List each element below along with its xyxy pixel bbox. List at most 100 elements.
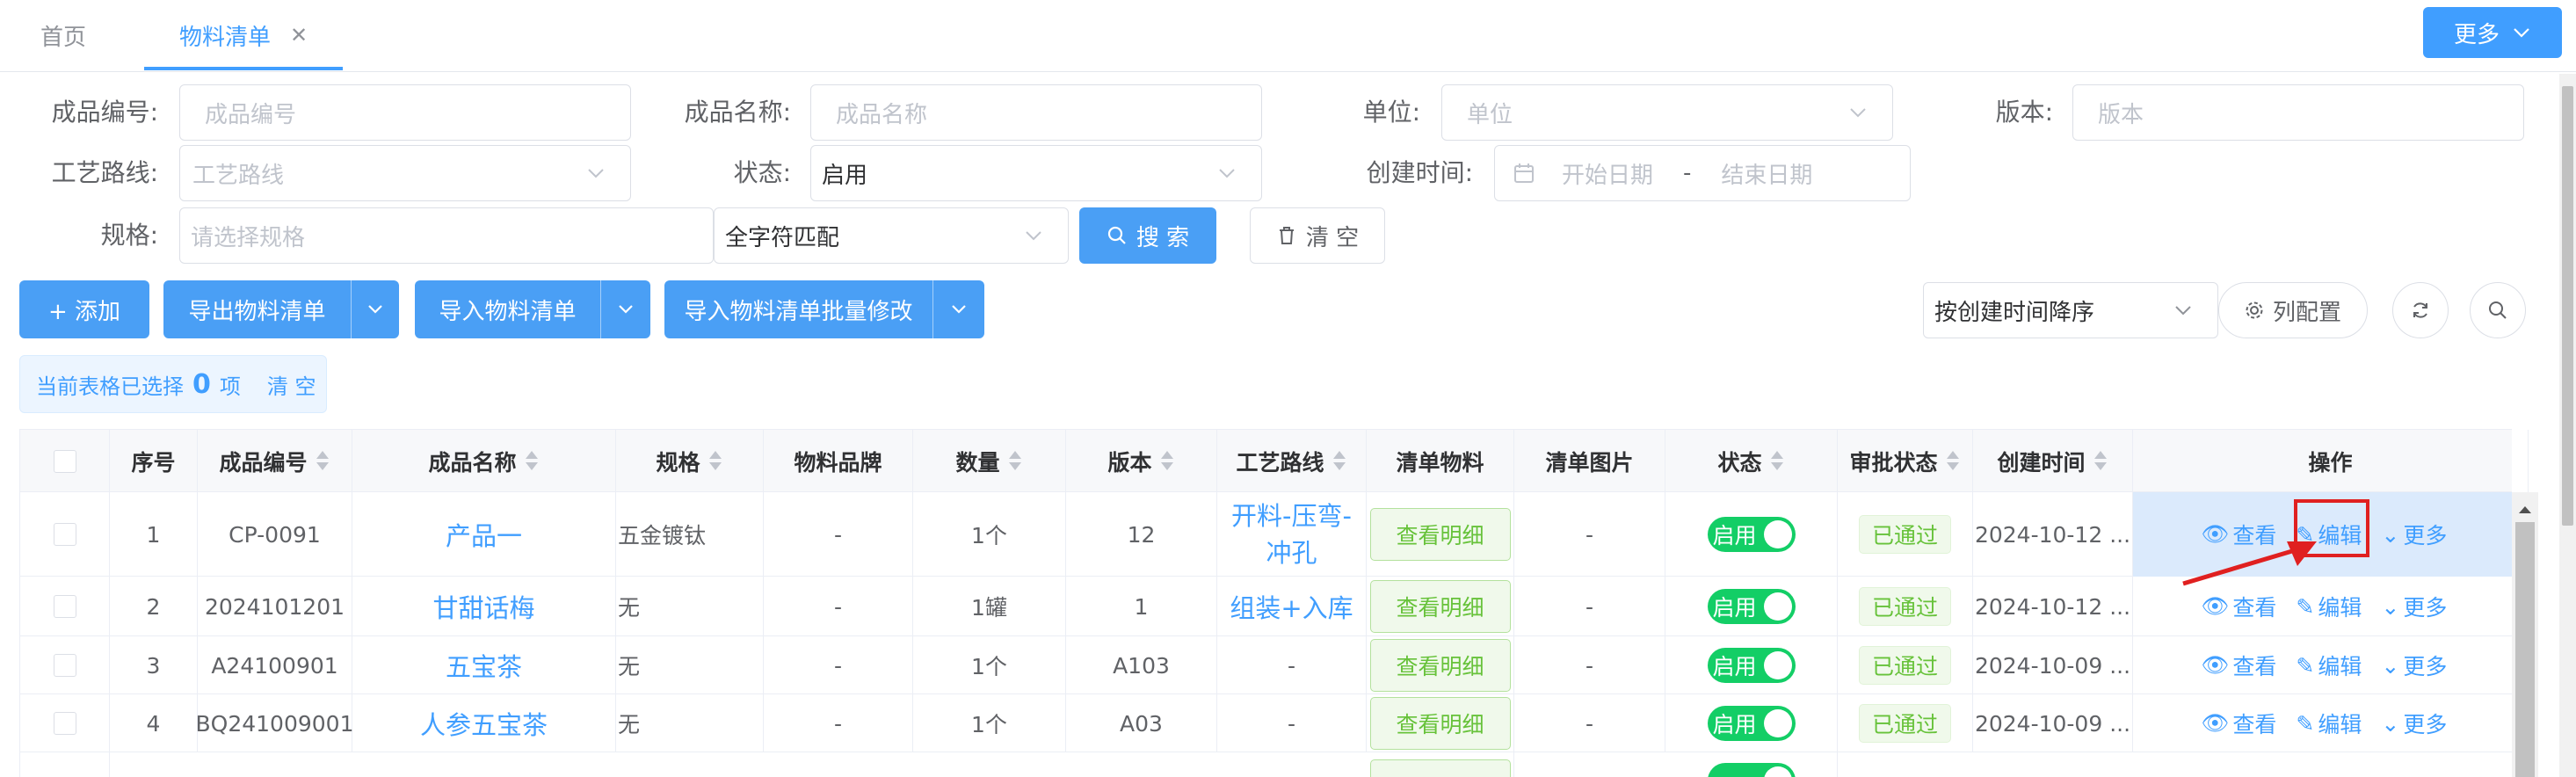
cell-qty: 1个 — [913, 492, 1066, 577]
table-row-partial[interactable] — [19, 752, 2512, 777]
unit-select[interactable]: 单位 — [1441, 84, 1893, 141]
scrollbar-thumb[interactable] — [2515, 522, 2535, 777]
cell-spec: 无 — [616, 694, 764, 752]
chevron-down-icon: ⌄ — [2381, 652, 2400, 679]
sort-icon[interactable] — [315, 450, 330, 473]
status-select[interactable]: 启用 — [810, 145, 1262, 201]
add-button[interactable]: + 添加 — [19, 280, 149, 338]
route-link[interactable]: 开料-压弯-冲孔 — [1221, 497, 1362, 571]
import-split-button: 导入物料清单 — [415, 280, 650, 338]
table-scrollbar[interactable] — [2512, 492, 2538, 777]
view-detail-button[interactable]: 查看明细 — [1369, 639, 1511, 692]
version-input[interactable]: 版本 — [2072, 84, 2524, 141]
edit-action[interactable]: ✎ 编辑 — [2296, 708, 2362, 739]
col-qty[interactable]: 数量 — [913, 430, 1066, 493]
more-action[interactable]: ⌄ 更多 — [2381, 708, 2447, 739]
sort-icon[interactable] — [707, 450, 723, 473]
cell-created: 2024-10-09 ... — [1973, 694, 2133, 752]
status-toggle-partial[interactable] — [1707, 763, 1796, 777]
search-button-label: 搜 索 — [1136, 224, 1190, 251]
view-detail-button[interactable]: 查看明细 — [1369, 508, 1511, 561]
sort-icon[interactable] — [1769, 450, 1785, 473]
sort-icon[interactable] — [1159, 450, 1175, 473]
table-row[interactable]: 4 BQ241009001 人参五宝茶 无 - 1个 A03 - 查看明细 - … — [19, 694, 2529, 752]
row-checkbox[interactable] — [53, 595, 76, 618]
date-range-picker[interactable]: 开始日期 - 结束日期 — [1494, 145, 1911, 201]
toggle-search-button[interactable] — [2470, 282, 2526, 338]
start-date-placeholder[interactable]: 开始日期 — [1562, 157, 1653, 190]
import-batch-button-label: 导入物料清单批量修改 — [684, 298, 913, 325]
match-mode-select[interactable]: 全字符匹配 — [714, 207, 1069, 264]
sort-icon[interactable] — [2093, 450, 2108, 473]
page-scrollbar-thumb[interactable] — [2562, 86, 2573, 526]
sort-icon[interactable] — [524, 450, 540, 473]
spec-select[interactable]: 请选择规格 — [179, 207, 714, 264]
col-approval[interactable]: 审批状态 — [1838, 430, 1973, 493]
col-version[interactable]: 版本 — [1066, 430, 1217, 493]
col-name[interactable]: 成品名称 — [352, 430, 616, 493]
close-icon[interactable]: ✕ — [290, 23, 308, 47]
product-name-link[interactable]: 产品一 — [446, 516, 522, 553]
row-checkbox[interactable] — [53, 523, 76, 546]
view-action[interactable]: 👁 查看 — [2202, 708, 2277, 739]
status-toggle[interactable]: 启用 — [1707, 706, 1796, 741]
clear-button[interactable]: 清 空 — [1250, 207, 1385, 264]
table-row[interactable]: 2 2024101201 甘甜话梅 无 - 1罐 1 组装+入库 查看明细 - … — [19, 577, 2529, 636]
sort-icon[interactable] — [1007, 450, 1023, 473]
row-checkbox[interactable] — [53, 654, 76, 677]
tab-bom[interactable]: 物料清单 ✕ — [179, 0, 308, 70]
import-dropdown-button[interactable] — [601, 280, 650, 338]
import-batch-button[interactable]: 导入物料清单批量修改 — [664, 280, 933, 338]
tab-home[interactable]: 首页 — [40, 0, 86, 70]
table-row[interactable]: 1 CP-0091 产品一 五金镀钛 - 1个 12 开料-压弯-冲孔 查看明细… — [19, 492, 2529, 577]
more-button[interactable]: 更多 — [2423, 7, 2562, 58]
product-name-link[interactable]: 甘甜话梅 — [432, 588, 534, 625]
export-dropdown-button[interactable] — [352, 280, 399, 338]
edit-action[interactable]: ✎ 编辑 — [2296, 650, 2362, 681]
table-row[interactable]: 3 A24100901 五宝茶 无 - 1个 A103 - 查看明细 - 启用 … — [19, 636, 2529, 694]
route-select[interactable]: 工艺路线 — [179, 145, 631, 201]
select-all-cell — [20, 430, 110, 493]
view-action[interactable]: 👁 查看 — [2202, 650, 2277, 681]
scroll-up-arrow-icon[interactable] — [2512, 496, 2538, 522]
more-action[interactable]: ⌄ 更多 — [2381, 650, 2447, 681]
sort-icon[interactable] — [1945, 450, 1961, 473]
cell-created: 2024-10-09 ... — [1973, 636, 2133, 694]
select-all-checkbox[interactable] — [53, 450, 76, 473]
view-detail-button[interactable]: 查看明细 — [1369, 580, 1511, 633]
view-detail-button-partial[interactable] — [1369, 759, 1511, 777]
clear-button-label: 清 空 — [1305, 224, 1360, 251]
row-checkbox[interactable] — [53, 712, 76, 735]
status-toggle[interactable]: 启用 — [1707, 648, 1796, 683]
view-detail-button[interactable]: 查看明细 — [1369, 697, 1511, 750]
col-spec[interactable]: 规格 — [616, 430, 764, 493]
col-route[interactable]: 工艺路线 — [1217, 430, 1367, 493]
selection-clear-link[interactable]: 清 空 — [267, 369, 316, 400]
sort-select[interactable]: 按创建时间降序 — [1923, 282, 2218, 338]
import-batch-dropdown-button[interactable] — [933, 280, 984, 338]
product-name-link[interactable]: 五宝茶 — [446, 647, 522, 684]
column-config-button[interactable]: 列配置 — [2218, 282, 2368, 338]
route-link[interactable]: 组装+入库 — [1230, 588, 1353, 625]
product-name-link[interactable]: 人参五宝茶 — [420, 705, 548, 742]
more-action[interactable]: ⌄ 更多 — [2381, 519, 2447, 550]
export-button[interactable]: 导出物料清单 — [163, 280, 352, 338]
col-code[interactable]: 成品编号 — [198, 430, 352, 493]
end-date-placeholder[interactable]: 结束日期 — [1721, 157, 1812, 190]
status-toggle[interactable]: 启用 — [1707, 517, 1796, 552]
product-code-input[interactable]: 成品编号 — [179, 84, 631, 141]
calendar-icon — [1514, 163, 1534, 183]
cell-image: - — [1514, 577, 1665, 636]
more-action[interactable]: ⌄ 更多 — [2381, 591, 2447, 622]
product-name-input[interactable]: 成品名称 — [810, 84, 1262, 141]
col-status[interactable]: 状态 — [1665, 430, 1838, 493]
sort-icon[interactable] — [1332, 450, 1347, 473]
cell-image: - — [1514, 636, 1665, 694]
page-scrollbar[interactable] — [2559, 74, 2576, 777]
search-button[interactable]: 搜 索 — [1079, 207, 1216, 264]
col-created[interactable]: 创建时间 — [1973, 430, 2133, 493]
version-label: 版本: — [1995, 98, 2053, 127]
refresh-button[interactable] — [2392, 282, 2449, 338]
import-button[interactable]: 导入物料清单 — [415, 280, 601, 338]
status-toggle[interactable]: 启用 — [1707, 589, 1796, 624]
